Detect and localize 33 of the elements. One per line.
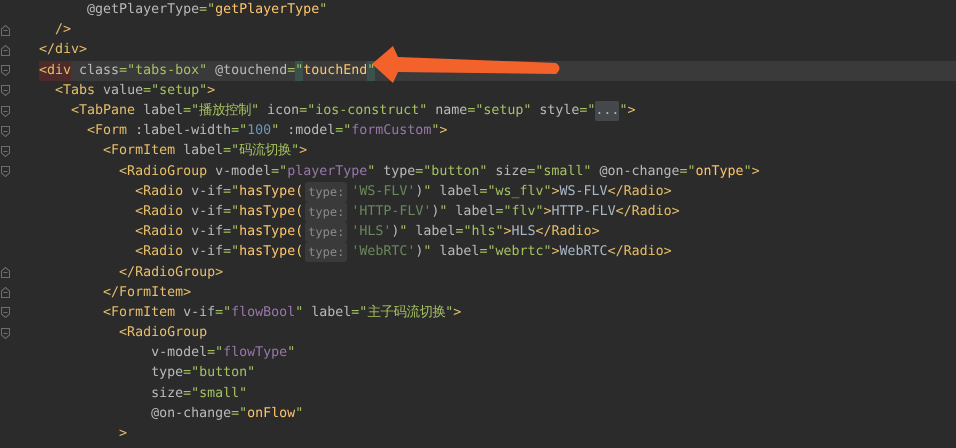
code-line: <Radio v-if="hasType( type: 'WS-FLV')" label="ws_flv">WS-FLV</Radio> [39,182,956,202]
code-line: <RadioGroup [118,324,208,342]
code-line: type="button" [150,364,256,382]
fold-icon[interactable] [1,44,10,56]
code-line: </RadioGroup> [118,264,224,282]
code-line: <Form :label-width="100" :model="formCustom"> [86,122,448,140]
fold-icon[interactable] [1,106,10,117]
fold-icon[interactable] [1,267,10,278]
code-line: /> [54,21,72,40]
code-line: <Radio v-if="hasType( type: 'HLS')" label="hls">HLS</Radio> [39,222,956,242]
fold-icon[interactable] [1,328,10,339]
code-line: @getPlayerType="getPlayerType" [86,1,328,20]
fold-icon[interactable] [1,307,10,318]
fold-icon[interactable] [1,146,10,157]
code-line: </div> [39,41,88,60]
fold-icon[interactable] [1,287,10,298]
code-line: <FormItem v-if="flowBool" label="主子码流切换"> [102,304,462,322]
code-line: <Radio v-if="hasType( type: 'WebRTC')" label="webrtc">WebRTC</Radio> [39,242,956,262]
code-line: @on-change="onFlow" [150,404,304,423]
code-line: v-model="flowType" [150,344,296,362]
code-line: size="small" [150,384,248,403]
code-line: <Tabs value="setup"> [54,82,216,100]
fold-icon[interactable] [1,85,10,96]
code-line: </FormItem> [102,284,192,302]
code-line: > [118,425,128,444]
code-line: <TabPane label="播放控制" icon="ios-construct" name="setup" style="..."> [39,100,956,122]
code-line: <Radio v-if="hasType( type: 'HTTP-FLV')" label="flv">HTTP-FLV</Radio> [39,202,956,222]
fold-icon[interactable] [1,166,10,178]
code-line: <FormItem label="码流切换"> [102,142,308,160]
fold-icon[interactable] [1,65,10,76]
fold-icon[interactable] [1,24,10,36]
fold-icon[interactable] [1,126,10,137]
code-line: <RadioGroup v-model="playerType" type="button" size="small" @on-change="onType"> [118,162,761,181]
